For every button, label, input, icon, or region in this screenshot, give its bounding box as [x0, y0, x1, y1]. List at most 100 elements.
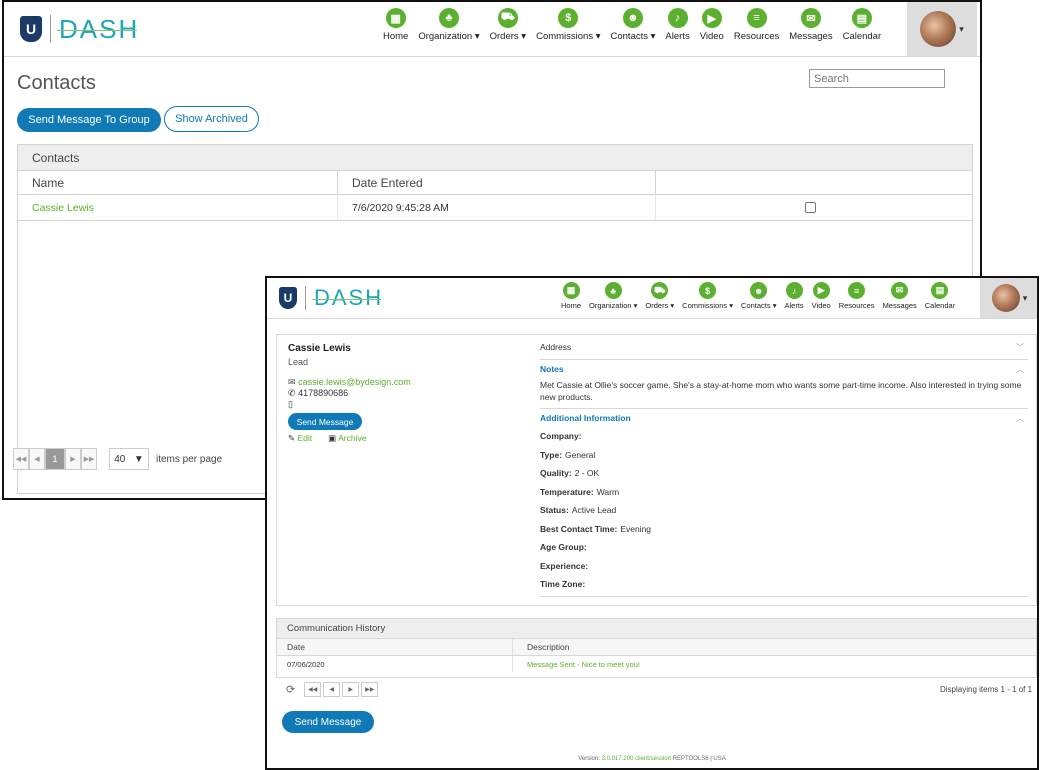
logo-text: DASH	[56, 13, 140, 44]
grid-pager: ◀◀ ◀ 1 ▶ ▶▶ 40 ▼ items per page	[13, 448, 222, 470]
info-field: Time Zone:	[540, 575, 1028, 594]
additional-info-accordion-header[interactable]: Additional Information ︿	[540, 409, 1028, 427]
nav-messages[interactable]: ✉ Messages	[789, 8, 833, 42]
alerts-icon: ♪	[785, 282, 803, 299]
column-header-description[interactable]: Description	[513, 639, 1036, 655]
nav-resources[interactable]: ≡ Resources	[734, 8, 779, 42]
notes-accordion-header[interactable]: Notes ︿	[540, 360, 1028, 378]
table-row: 07/06/2020 Message Sent - Nice to meet y…	[277, 656, 1036, 672]
nav-resources[interactable]: ≡ Resources	[839, 282, 875, 310]
footer-version: Version: 3.0.017.200 client/session REPT…	[578, 756, 726, 762]
info-field-label: Age Group:	[540, 542, 587, 553]
top-navbar: U DASH ▦ Home ♣ Organization ▾ ⛟ Orders ▾ $ Com…	[267, 278, 1037, 319]
contact-name: Cassie Lewis	[288, 343, 351, 354]
nav-commissions[interactable]: $ Commissions ▾	[682, 282, 733, 310]
info-field-value: General	[565, 449, 596, 460]
nav-contacts[interactable]: ☻ Contacts ▾	[611, 8, 655, 42]
home-icon: ▦	[562, 282, 580, 299]
send-message-to-group-button[interactable]: Send Message To Group	[17, 108, 161, 132]
nav-home[interactable]: ▦ Home	[561, 282, 581, 310]
nav-commissions[interactable]: $ Commissions ▾	[536, 8, 601, 42]
notes-text: Met Cassie at Ollie's soccer game. She's…	[540, 378, 1028, 409]
nav-label: Organization ▾	[418, 31, 480, 42]
nav-video[interactable]: ▶ Video	[812, 282, 831, 310]
refresh-icon[interactable]: ⟳	[286, 683, 295, 696]
nav-orders[interactable]: ⛟ Orders ▾	[645, 282, 674, 310]
archive-link[interactable]: ▣ Archive	[328, 433, 366, 444]
show-archived-button[interactable]: Show Archived	[164, 106, 259, 132]
nav-label: Alerts	[665, 31, 690, 42]
user-menu[interactable]: ▾	[980, 278, 1037, 318]
column-header-select	[656, 171, 972, 194]
contact-email-link[interactable]: ✉ cassie.lewis@bydesign.com	[288, 377, 411, 388]
first-page-icon[interactable]: ◀◀	[13, 448, 29, 470]
user-menu[interactable]: ▾	[907, 2, 977, 56]
nav-contacts[interactable]: ☻ Contacts ▾	[741, 282, 776, 310]
column-header-date-entered[interactable]: Date Entered	[338, 171, 656, 194]
nav-calendar[interactable]: ▤ Calendar	[843, 8, 881, 42]
nav-alerts[interactable]: ♪ Alerts	[784, 282, 804, 310]
nav-organization[interactable]: ♣ Organization ▾	[589, 282, 637, 310]
nav-orders[interactable]: ⛟ Orders ▾	[490, 8, 526, 42]
avatar	[991, 284, 1020, 312]
video-icon: ▶	[701, 8, 722, 28]
address-accordion-header[interactable]: Address ﹀	[540, 335, 1028, 360]
info-field-label: Temperature:	[540, 486, 594, 497]
dash-logo[interactable]: U DASH	[20, 14, 139, 44]
previous-page-icon[interactable]: ◀	[29, 448, 45, 470]
grid-title: Contacts	[18, 145, 972, 171]
nav-home[interactable]: ▦ Home	[383, 8, 408, 42]
current-page-button[interactable]: 1	[45, 448, 65, 470]
send-message-button[interactable]: Send Message	[282, 711, 374, 733]
nav-label: Video	[699, 31, 724, 42]
info-field-label: Best Contact Time:	[540, 523, 618, 534]
last-page-icon[interactable]: ▶▶	[361, 682, 379, 697]
last-page-icon[interactable]: ▶▶	[81, 448, 97, 470]
info-field: Status: Active Lead	[540, 501, 1028, 520]
first-page-icon[interactable]: ◀◀	[304, 682, 322, 697]
contact-actions: ✎ Edit ▣ Archive	[288, 433, 366, 444]
resources-icon: ≡	[848, 282, 866, 299]
info-field: Experience:	[540, 557, 1028, 576]
nav-calendar[interactable]: ▤ Calendar	[925, 282, 955, 310]
send-message-button[interactable]: Send Message	[288, 413, 362, 430]
nav-video[interactable]: ▶ Video	[700, 8, 724, 42]
nav-messages[interactable]: ✉ Messages	[883, 282, 917, 310]
next-page-icon[interactable]: ▶	[342, 682, 360, 697]
info-field-value: Evening	[620, 523, 652, 534]
displaying-items-text: Displaying items 1 - 1 of 1	[940, 685, 1033, 694]
info-field-label: Experience:	[540, 560, 589, 571]
row-checkbox[interactable]	[804, 202, 816, 213]
edit-link[interactable]: ✎ Edit	[288, 433, 312, 444]
chevron-up-icon: ︿	[1016, 413, 1024, 423]
caret-down-icon: ▾	[959, 23, 964, 34]
video-icon: ▶	[812, 282, 830, 299]
row-select-checkbox-cell	[656, 195, 972, 220]
next-page-icon[interactable]: ▶	[65, 448, 81, 470]
info-field: Type: General	[540, 446, 1028, 465]
info-field: Temperature: Warm	[540, 483, 1028, 502]
nav-label: Orders ▾	[489, 31, 527, 42]
nav-alerts[interactable]: ♪ Alerts	[665, 8, 690, 42]
contact-details-panel: Address ﹀ Notes ︿ Met Cassie at Ollie's …	[540, 335, 1028, 597]
page-size-select[interactable]: 40 ▼	[109, 448, 149, 470]
search-input[interactable]	[809, 69, 945, 88]
nav-organization[interactable]: ♣ Organization ▾	[418, 8, 480, 42]
nav-label: Home	[561, 301, 582, 310]
history-description-link[interactable]: Message Sent - Nice to meet you!	[513, 656, 1036, 672]
alerts-icon: ♪	[667, 8, 688, 28]
contact-detail-window: U DASH ▦ Home ♣ Organization ▾ ⛟ Orders ▾ $ Com…	[265, 276, 1039, 770]
main-nav: ▦ Home ♣ Organization ▾ ⛟ Orders ▾ $ Commission…	[557, 282, 959, 310]
contact-name-link[interactable]: Cassie Lewis	[18, 195, 338, 220]
previous-page-icon[interactable]: ◀	[323, 682, 341, 697]
info-field: Company:	[540, 427, 1028, 446]
column-header-name[interactable]: Name	[18, 171, 338, 194]
info-field-label: Time Zone:	[540, 579, 586, 590]
page-title: Contacts	[17, 72, 96, 94]
history-title: Communication History	[277, 619, 1036, 639]
orders-icon: ⛟	[497, 8, 518, 28]
column-header-date[interactable]: Date	[277, 639, 513, 655]
dash-logo[interactable]: U DASH	[279, 285, 383, 311]
nav-label: Commissions ▾	[682, 301, 734, 310]
calendar-icon: ▤	[851, 8, 872, 28]
